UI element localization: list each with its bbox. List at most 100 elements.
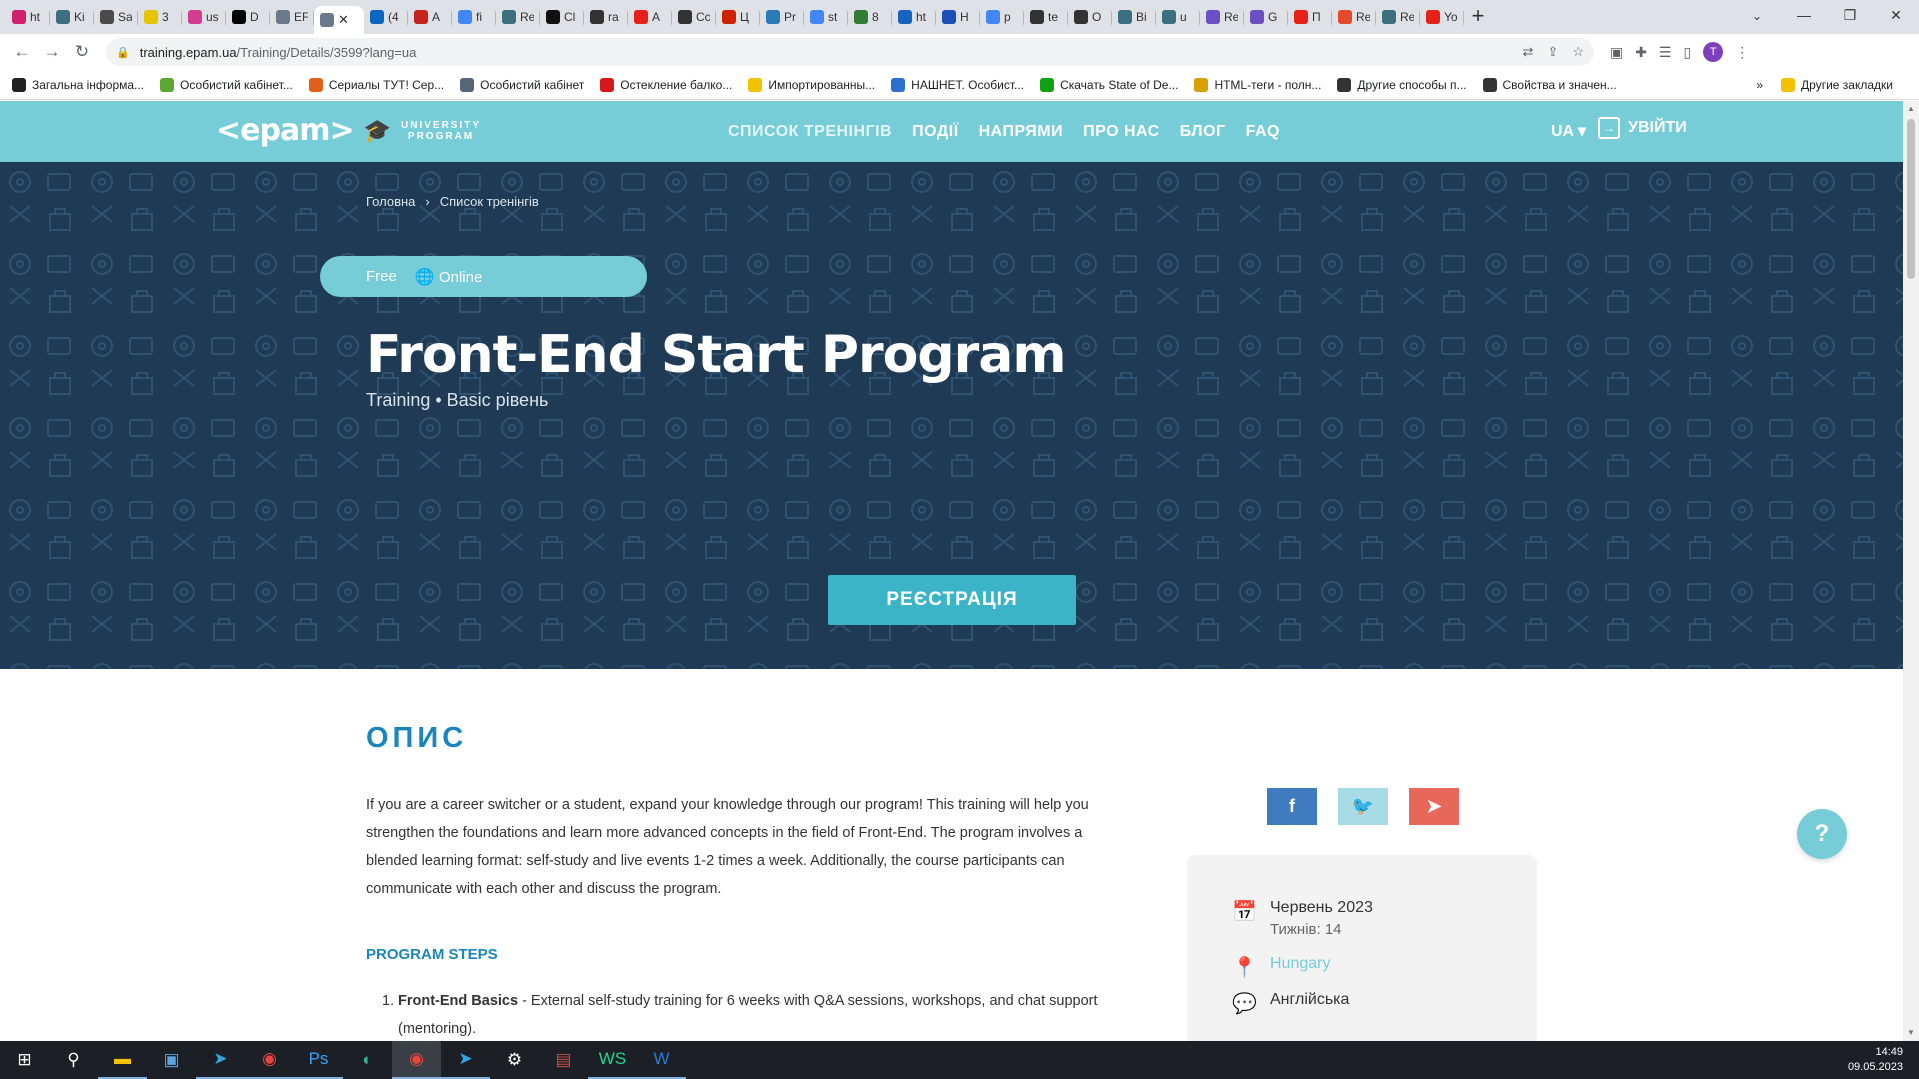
browser-tab[interactable]: A [408, 3, 452, 31]
help-button[interactable]: ? [1797, 809, 1847, 859]
twitter-share-button[interactable]: 🐦 [1338, 788, 1388, 825]
tab-search-icon[interactable]: ⌄ [1745, 4, 1769, 28]
side-panel-icon[interactable]: ▯ [1684, 44, 1692, 61]
reload-icon[interactable]: ↻ [68, 38, 96, 66]
close-window-icon[interactable]: ✕ [1873, 0, 1919, 30]
close-tab-icon[interactable]: ✕ [338, 12, 349, 28]
bookmark-item[interactable]: Особистий кабінет... [160, 77, 293, 92]
nav-about[interactable]: ПРО НАС [1083, 123, 1160, 141]
browser-tab[interactable]: G [1244, 3, 1288, 31]
photoshop-icon[interactable]: Ps [294, 1041, 343, 1079]
browser-tab[interactable]: A [628, 3, 672, 31]
browser-tab[interactable]: Sa [94, 3, 138, 31]
browser-tab[interactable]: 3 [138, 3, 182, 31]
browser-tab[interactable]: ra [584, 3, 628, 31]
system-clock[interactable]: 14:49 09.05.2023 [1848, 1045, 1903, 1075]
browser-tab[interactable]: te [1024, 3, 1068, 31]
browser-tab[interactable]: П [1288, 3, 1332, 31]
address-bar[interactable]: 🔒 training.epam.ua/Training/Details/3599… [106, 38, 1594, 66]
chrome-app-icon[interactable]: ◉ [245, 1041, 294, 1079]
browser-tab[interactable]: p [980, 3, 1024, 31]
browser-tab[interactable]: H [936, 3, 980, 31]
restore-icon[interactable]: ❐ [1827, 0, 1873, 30]
edge-icon[interactable]: ◐ [343, 1041, 392, 1079]
bookmark-item[interactable]: НАШНЕТ. Особист... [891, 77, 1024, 92]
extension-icon[interactable]: ▣ [1610, 44, 1623, 61]
bookmark-item[interactable]: Свойства и значен... [1482, 77, 1617, 92]
browser-tab[interactable]: u [1156, 3, 1200, 31]
translate-icon[interactable]: ⇄ [1523, 44, 1534, 60]
browser-tab[interactable]: us [182, 3, 226, 31]
browser-tab[interactable]: Cc [672, 3, 716, 31]
profile-avatar[interactable]: T [1703, 42, 1724, 62]
browser-tab[interactable]: Pr [760, 3, 804, 31]
browser-tab[interactable]: Re [1332, 3, 1376, 31]
browser-menu-icon[interactable]: ⋮ [1735, 44, 1749, 61]
extensions-puzzle-icon[interactable]: ✚ [1635, 44, 1647, 61]
search-icon[interactable]: ⚲ [49, 1041, 98, 1079]
nav-directions[interactable]: НАПРЯМИ [979, 123, 1064, 141]
browser-tab[interactable]: Ц [716, 3, 760, 31]
new-tab-icon[interactable]: + [1464, 3, 1492, 31]
minimize-icon[interactable]: — [1781, 0, 1827, 30]
bookmark-item[interactable]: Сериалы ТУТ! Сер... [308, 77, 444, 92]
breadcrumb-home[interactable]: Головна [366, 194, 415, 209]
scroll-down-icon[interactable]: ▼ [1903, 1025, 1919, 1041]
lock-icon[interactable]: 🔒 [116, 46, 130, 59]
nav-training-list[interactable]: СПИСОК ТРЕНІНГІВ [728, 123, 892, 141]
windows-start-icon[interactable]: ⊞ [0, 1041, 49, 1079]
language-selector[interactable]: UA ▾ [1551, 121, 1586, 141]
browser-tab[interactable]: ht [6, 3, 50, 31]
browser-tab[interactable]: EF [270, 3, 314, 31]
browser-tab[interactable]: Cl [540, 3, 584, 31]
browser-tab[interactable]: Re [1376, 3, 1420, 31]
browser-tab[interactable]: ht [892, 3, 936, 31]
browser-tab[interactable]: Re [1200, 3, 1244, 31]
store-icon[interactable]: ▣ [147, 1041, 196, 1079]
bookmark-item[interactable]: Другие способы п... [1337, 77, 1467, 92]
browser-tab[interactable]: Bi [1112, 3, 1156, 31]
bookmark-item[interactable]: Особистий кабінет [460, 77, 584, 92]
bookmark-star-icon[interactable]: ☆ [1572, 44, 1584, 60]
browser-tab[interactable]: fi [452, 3, 496, 31]
breadcrumb-current[interactable]: Список тренінгів [440, 194, 539, 209]
webstorm-icon[interactable]: WS [588, 1041, 637, 1079]
bookmark-item[interactable]: Остекление балко... [600, 77, 732, 92]
browser-tab-active[interactable]: ✕ [314, 6, 364, 34]
telegram-app-icon[interactable]: ➤ [196, 1041, 245, 1079]
nav-blog[interactable]: БЛОГ [1180, 123, 1226, 141]
scrollbar-thumb[interactable] [1907, 119, 1915, 279]
back-icon[interactable]: ← [8, 38, 36, 66]
login-button[interactable]: → УВІЙТИ [1598, 117, 1687, 139]
reading-list-icon[interactable]: ☰ [1659, 44, 1672, 61]
page-scrollbar[interactable]: ▲ ▼ [1903, 101, 1919, 1041]
chrome-active-icon[interactable]: ◉ [392, 1041, 441, 1079]
browser-tab[interactable]: Re [496, 3, 540, 31]
word-icon[interactable]: W [637, 1041, 686, 1079]
browser-tab[interactable]: st [804, 3, 848, 31]
file-explorer-icon[interactable]: ▬ [98, 1041, 147, 1079]
share-icon[interactable]: ⇪ [1547, 44, 1558, 60]
settings-icon[interactable]: ⚙ [490, 1041, 539, 1079]
forward-icon[interactable]: → [38, 38, 66, 66]
bookmark-item[interactable]: Загальна інформа... [12, 77, 144, 92]
telegram-share-button[interactable]: ➤ [1409, 788, 1459, 825]
telegram-second-icon[interactable]: ➤ [441, 1041, 490, 1079]
browser-tab[interactable]: Ki [50, 3, 94, 31]
browser-tab[interactable]: 8 [848, 3, 892, 31]
epam-logo[interactable]: <epam> 🎓 UNIVERSITY PROGRAM [216, 113, 481, 148]
nav-faq[interactable]: FAQ [1246, 123, 1280, 141]
browser-tab[interactable]: D [226, 3, 270, 31]
browser-tab[interactable]: O [1068, 3, 1112, 31]
nav-events[interactable]: ПОДІЇ [912, 123, 959, 141]
bookmark-item[interactable]: HTML-теги - полн... [1194, 77, 1321, 92]
register-button[interactable]: РЕЄСТРАЦІЯ [828, 575, 1076, 625]
browser-tab[interactable]: (4 [364, 3, 408, 31]
scroll-up-icon[interactable]: ▲ [1903, 101, 1919, 117]
bookmarks-more-icon[interactable]: » [1756, 78, 1763, 92]
bookmark-item[interactable]: Скачать State of De... [1040, 77, 1178, 92]
bookmark-item[interactable]: Импортированны... [748, 77, 875, 92]
winrar-icon[interactable]: ▤ [539, 1041, 588, 1079]
facebook-share-button[interactable]: f [1267, 788, 1317, 825]
browser-tab[interactable]: Yo [1420, 3, 1464, 31]
